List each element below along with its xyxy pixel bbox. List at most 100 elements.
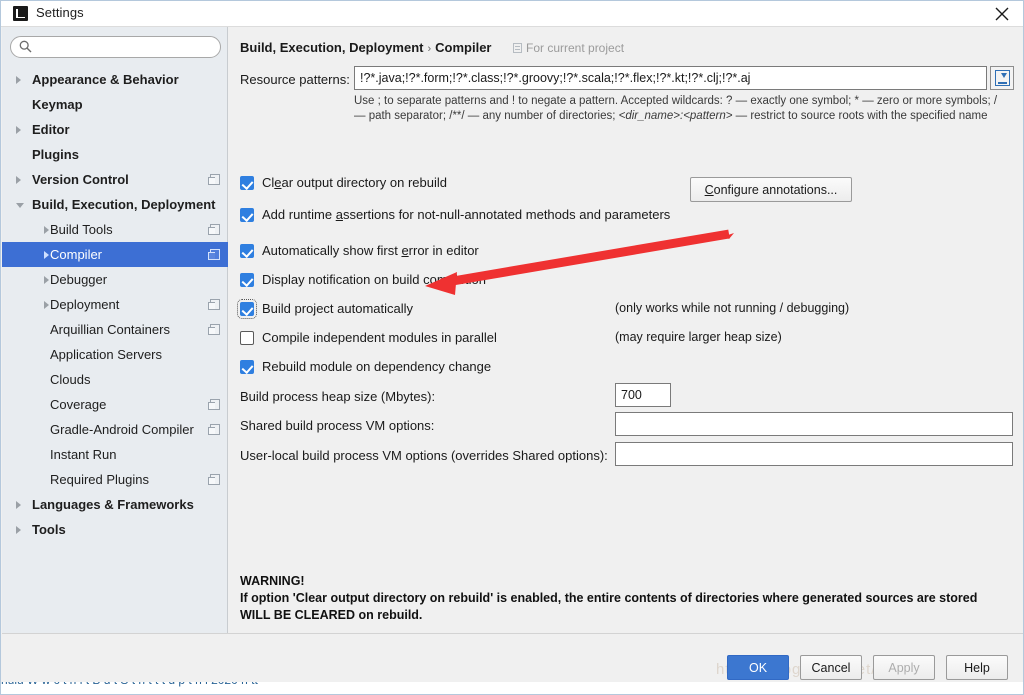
resource-patterns-help: Use ; to separate patterns and ! to nega… [354,94,1004,124]
shared-vm-options-input[interactable] [615,412,1013,436]
sidebar-item-label: Compiler [50,247,103,262]
checkbox-clear-output-directory-on-rebuild[interactable] [240,176,254,190]
chevron-right-icon[interactable] [44,251,49,259]
resource-patterns-input[interactable] [354,66,987,90]
heap-size-input[interactable] [615,383,671,407]
sidebar-item-deployment[interactable]: Deployment [2,292,228,317]
project-scope-icon [208,424,220,435]
sidebar-item-label: Clouds [50,372,91,387]
checkbox-label-pre: Automatically show first [262,243,402,258]
checkbox-automatically-show-first-error-in-editor[interactable] [240,244,254,258]
checkbox-label: Add runtime assertions for not-null-anno… [262,207,670,222]
configure-annotations-mnemonic: C [704,182,714,197]
resource-patterns-label: Resource patterns: [240,72,350,87]
sidebar-item-compiler[interactable]: Compiler [2,242,228,267]
warning-line-2: WILL BE CLEARED on rebuild. [240,608,423,622]
configure-annotations-post: onfigure annotations... [713,182,838,197]
chevron-right-icon[interactable] [44,226,49,234]
checkbox-label-pre: Compile independent modules in parallel [262,330,497,345]
chevron-right-icon[interactable] [16,126,21,134]
checkbox-label-mnemonic: e [401,243,409,258]
note-build-automatically: (only works while not running / debuggin… [615,301,850,315]
sidebar-item-arquillian-containers[interactable]: Arquillian Containers [2,317,228,342]
chevron-right-icon[interactable] [16,501,21,509]
checkbox-label: Compile independent modules in parallel [262,330,497,345]
sidebar-item-label: Editor [32,122,70,137]
chevron-right-icon[interactable] [16,526,21,534]
checkbox-compile-independent-modules-in-parallel[interactable] [240,331,254,345]
help-line-2b: — restrict to source roots with the [732,110,907,122]
sidebar-item-label: Instant Run [50,447,117,462]
intellij-logo-icon [13,6,28,21]
project-scope-icon [208,324,220,335]
sidebar-item-label: Build, Execution, Deployment [32,197,216,212]
sidebar-item-label: Appearance & Behavior [32,72,179,87]
warning-title: WARNING! [240,574,305,588]
project-scope-icon [208,174,220,185]
search-container [10,36,221,58]
search-input[interactable] [10,36,221,58]
chevron-right-icon[interactable] [44,301,49,309]
project-scope-icon [208,224,220,235]
cancel-button[interactable]: Cancel [800,655,862,680]
sidebar-item-gradle-android-compiler[interactable]: Gradle-Android Compiler [2,417,228,442]
checkbox-build-project-automatically[interactable] [237,299,257,319]
sidebar-item-keymap[interactable]: Keymap [2,92,228,117]
expand-editor-icon[interactable] [990,66,1014,90]
ok-button[interactable]: OK [727,655,789,680]
checkbox-label: Automatically show first error in editor [262,243,479,258]
sidebar-item-editor[interactable]: Editor [2,117,228,142]
sidebar-item-label: Build Tools [50,222,113,237]
checkbox-label-pre: Display notification on build completion [262,272,487,287]
sidebar-item-appearance-behavior[interactable]: Appearance & Behavior [2,67,228,92]
sidebar-item-clouds[interactable]: Clouds [2,367,228,392]
sidebar-item-plugins[interactable]: Plugins [2,142,228,167]
checkbox-label-post: rror in editor [408,243,479,258]
help-line-2-italic: <dir_name>:<pattern> [618,110,733,122]
userlocal-vm-options-input[interactable] [615,442,1013,466]
userlocal-vm-options-label: User-local build process VM options (ove… [240,448,608,463]
checkbox-rebuild-module-on-dependency-change[interactable] [240,360,254,374]
apply-button: Apply [873,655,935,680]
chevron-right-icon[interactable] [44,276,49,284]
breadcrumb: Build, Execution, Deployment › Compiler [240,40,491,55]
sidebar-item-label: Tools [32,522,66,537]
sidebar-item-label: Debugger [50,272,108,287]
sidebar-item-coverage[interactable]: Coverage [2,392,228,417]
project-scope-icon [208,249,220,260]
project-scope-icon [208,474,220,485]
checkbox-display-notification-on-build-completion[interactable] [240,273,254,287]
project-scope-icon [208,399,220,410]
checkbox-label-pre: Build project automatically [262,301,414,316]
help-button[interactable]: Help [946,655,1008,680]
chevron-right-icon[interactable] [16,76,21,84]
sidebar-item-debugger[interactable]: Debugger [2,267,228,292]
sidebar-item-build-tools[interactable]: Build Tools [2,217,228,242]
title-bar: Settings [1,1,1023,27]
breadcrumb-root[interactable]: Build, Execution, Deployment [240,40,423,55]
background-page-clipped-text: hulu W w c t n l t B d t S t n t t t d p… [1,682,258,687]
project-scope-label: For current project [526,41,625,55]
checkbox-label-pre: Cl [262,175,275,190]
chevron-right-icon[interactable] [16,176,21,184]
sidebar-item-version-control[interactable]: Version Control [2,167,228,192]
configure-annotations-button[interactable]: Configure annotations... [690,177,852,202]
checkbox-label-mnemonic: e [274,175,282,190]
sidebar-item-languages-frameworks[interactable]: Languages & Frameworks [2,492,228,517]
warning-line-1: If option 'Clear output directory on reb… [240,591,978,605]
checkbox-label-post: ssertions for not-null-annotated methods… [342,207,671,222]
heap-size-label: Build process heap size (Mbytes): [240,389,436,404]
sidebar-item-label: Plugins [32,147,79,162]
project-scope-icon [513,43,522,53]
checkbox-add-runtime-assertions-for-not-null-annotated-[interactable] [240,208,254,222]
sidebar-item-label: Required Plugins [50,472,150,487]
sidebar-item-build-execution-deployment[interactable]: Build, Execution, Deployment [2,192,228,217]
sidebar-item-instant-run[interactable]: Instant Run [2,442,228,467]
close-icon[interactable] [979,1,1023,27]
chevron-down-icon[interactable] [16,203,24,208]
sidebar-item-application-servers[interactable]: Application Servers [2,342,228,367]
sidebar-item-required-plugins[interactable]: Required Plugins [2,467,228,492]
sidebar-item-label: Coverage [50,397,107,412]
settings-tree: Appearance & Behavior Keymap Editor Plugins… [2,67,228,542]
sidebar-item-tools[interactable]: Tools [2,517,228,542]
